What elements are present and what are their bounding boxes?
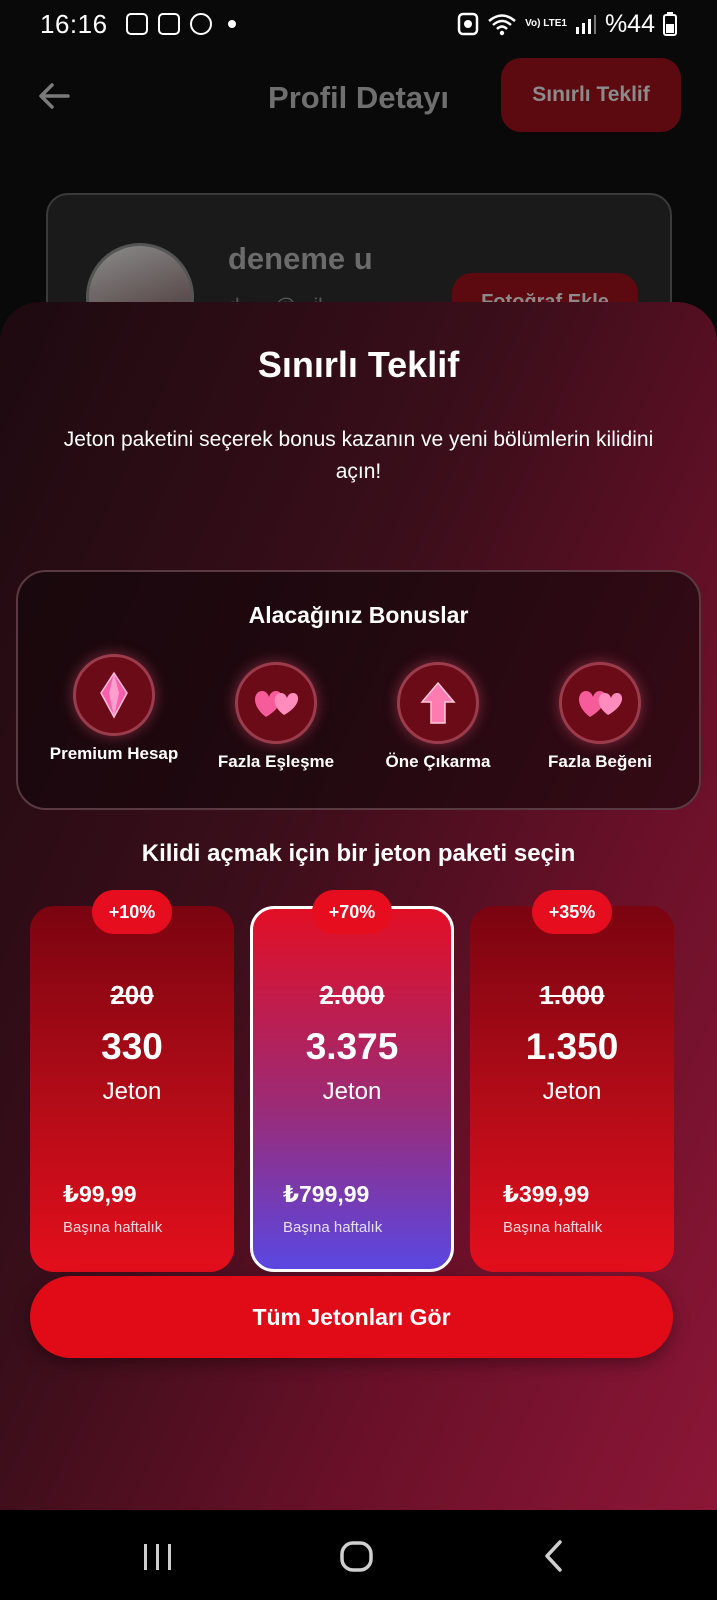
token-amount: 3.375 xyxy=(305,1026,399,1067)
notification-dot-icon xyxy=(227,20,236,28)
limited-offer-button[interactable]: Sınırlı Teklif xyxy=(501,58,681,132)
status-right: Vo) LTE1 %44 xyxy=(457,10,677,39)
battery-icon xyxy=(663,12,677,36)
token-unit: Jeton xyxy=(542,1078,602,1105)
battery-percentage: %44 xyxy=(604,9,655,38)
package-period: Başına haftalık xyxy=(503,1219,603,1236)
old-amount: 1.000 xyxy=(539,980,605,1010)
app-header: Profil Detayı Sınırlı Teklif xyxy=(0,56,717,136)
back-icon[interactable] xyxy=(536,1538,576,1574)
bonuses-box: Alacağınız Bonuslar Premium Hesap Fazla … xyxy=(16,570,701,810)
status-time: 16:16 xyxy=(40,8,108,39)
crystal-icon xyxy=(73,654,155,736)
bonuses-title: Alacağınız Bonuslar xyxy=(248,602,469,628)
wifi-icon xyxy=(488,14,516,36)
hearts-icon xyxy=(559,662,641,744)
bonus-badge: +35% xyxy=(532,890,612,934)
see-all-tokens-button[interactable]: Tüm Jetonları Gör xyxy=(30,1276,673,1358)
bonus-label: Fazla Eşleşme xyxy=(217,752,335,771)
old-amount: 2.000 xyxy=(319,980,385,1010)
boost-arrow-icon xyxy=(397,662,479,744)
token-unit: Jeton xyxy=(102,1078,162,1105)
bonus-badge: +70% xyxy=(312,890,392,934)
bonus-boost: Öne Çıkarma xyxy=(358,662,518,772)
bonus-more-matches: Fazla Eşleşme xyxy=(196,662,356,772)
token-amount: 330 xyxy=(101,1026,163,1067)
home-icon[interactable] xyxy=(337,1538,377,1574)
old-amount: 200 xyxy=(110,980,154,1010)
system-nav-bar xyxy=(0,1510,717,1600)
package-price: ₺99,99 xyxy=(63,1181,137,1207)
bonus-badge: +10% xyxy=(92,890,172,934)
package-card-330[interactable]: +10% 200 330 Jeton ₺99,99 Başına haftalı… xyxy=(30,890,234,1272)
token-unit: Jeton xyxy=(322,1078,382,1105)
package-price: ₺799,99 xyxy=(283,1181,370,1207)
instagram-icon xyxy=(157,13,180,35)
gallery-icon xyxy=(125,13,148,35)
limited-offer-sheet: Sınırlı Teklif Jeton paketini seçerek bo… xyxy=(0,302,717,1510)
network-label: Vo) LTE1 xyxy=(525,18,567,29)
whatsapp-icon xyxy=(189,13,212,35)
package-price: ₺399,99 xyxy=(503,1181,590,1207)
sheet-title: Sınırlı Teklif xyxy=(257,344,460,385)
package-card-3375[interactable]: +70% 2.000 3.375 Jeton ₺799,99 Başına ha… xyxy=(250,890,454,1272)
signal-icon xyxy=(575,15,596,34)
package-period: Başına haftalık xyxy=(283,1219,383,1236)
package-card-1350[interactable]: +35% 1.000 1.350 Jeton ₺399,99 Başına ha… xyxy=(470,890,674,1272)
token-amount: 1.350 xyxy=(525,1026,619,1067)
bonus-label: Premium Hesap xyxy=(49,744,179,763)
choose-package-title: Kilidi açmak için bir jeton paketi seçin xyxy=(141,840,576,867)
bonus-label: Fazla Beğeni xyxy=(548,752,652,771)
bonus-premium-account: Premium Hesap xyxy=(34,654,194,764)
bonus-label: Öne Çıkarma xyxy=(385,752,491,771)
bonus-more-likes: Fazla Beğeni xyxy=(520,662,680,772)
status-left: 16:16 xyxy=(40,9,236,40)
status-bar: 16:16 Vo) LTE1 %44 xyxy=(0,0,717,48)
sheet-subtitle: Jeton paketini seçerek bonus kazanın ve … xyxy=(63,428,654,483)
sync-icon xyxy=(457,12,479,36)
recent-apps-icon[interactable] xyxy=(138,1538,178,1574)
package-period: Başına haftalık xyxy=(63,1219,163,1236)
profile-name: deneme u xyxy=(228,241,373,276)
hearts-icon xyxy=(235,662,317,744)
